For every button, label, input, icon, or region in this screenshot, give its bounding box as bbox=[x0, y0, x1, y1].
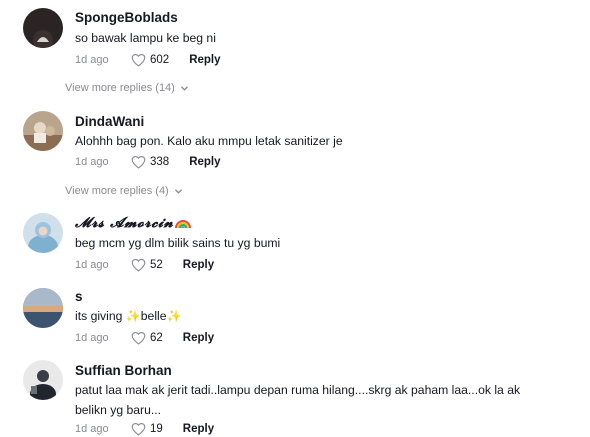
like-count: 62 bbox=[150, 332, 163, 344]
comment-username[interactable]: Suffian Borhan bbox=[75, 363, 172, 378]
comment-meta: 1d ago 52 Reply bbox=[75, 256, 214, 274]
like-count: 602 bbox=[150, 54, 170, 66]
comment-username[interactable]: s bbox=[75, 289, 83, 304]
sparkles-icon: ✨ bbox=[125, 309, 141, 323]
view-more-replies-label: View more replies (14) bbox=[65, 82, 175, 94]
like-count: 19 bbox=[150, 423, 163, 435]
comment-username[interactable]: DindaWani bbox=[75, 114, 144, 129]
comment-text: its giving ✨belle✨ bbox=[75, 306, 575, 326]
avatar[interactable] bbox=[23, 8, 63, 48]
chevron-down-icon bbox=[174, 188, 182, 194]
like-count: 338 bbox=[150, 156, 170, 168]
rainbow-icon bbox=[174, 220, 191, 229]
comment-meta: 1d ago 19 Reply bbox=[75, 420, 214, 437]
comment-text-part: belle bbox=[140, 309, 167, 323]
chevron-down-icon bbox=[180, 85, 188, 91]
comment-text: so bawak lampu ke beg ni bbox=[75, 31, 216, 45]
avatar[interactable] bbox=[23, 111, 63, 151]
heart-outline-icon[interactable] bbox=[131, 258, 146, 272]
reply-button[interactable]: Reply bbox=[189, 156, 220, 168]
heart-outline-icon[interactable] bbox=[131, 53, 146, 67]
reply-button[interactable]: Reply bbox=[183, 332, 214, 344]
reply-button[interactable]: Reply bbox=[189, 54, 220, 66]
comment-time: 1d ago bbox=[75, 54, 109, 66]
avatar[interactable] bbox=[23, 288, 63, 328]
sparkles-icon: ✨ bbox=[166, 309, 182, 323]
comment-time: 1d ago bbox=[75, 156, 109, 168]
comment-username-text: 𝓜𝓻𝓼 𝓐𝓶𝓸𝓻𝓬𝓲𝓷 bbox=[75, 215, 174, 231]
comment-time: 1d ago bbox=[75, 259, 109, 271]
heart-outline-icon[interactable] bbox=[131, 422, 146, 436]
heart-outline-icon[interactable] bbox=[131, 331, 146, 345]
comment-text-part: its giving bbox=[75, 309, 126, 323]
comment-text: Alohhh bag pon. Kalo aku mmpu letak sani… bbox=[75, 134, 343, 148]
comment-item: 𝓜𝓻𝓼 𝓐𝓶𝓸𝓻𝓬𝓲𝓷 beg mcm yg dlm bilik sains t… bbox=[0, 205, 590, 285]
comment-item: SpongeBoblads so bawak lampu ke beg ni 1… bbox=[0, 0, 590, 100]
view-more-replies-label: View more replies (4) bbox=[65, 185, 169, 197]
reply-button[interactable]: Reply bbox=[183, 423, 214, 435]
view-more-replies-button[interactable]: View more replies (4) bbox=[65, 185, 183, 197]
avatar[interactable] bbox=[23, 360, 63, 400]
comment-username[interactable]: 𝓜𝓻𝓼 𝓐𝓶𝓸𝓻𝓬𝓲𝓷 bbox=[75, 215, 191, 231]
comment-text: patut laa mak ak jerit tadi..lampu depan… bbox=[75, 383, 521, 417]
reply-button[interactable]: Reply bbox=[183, 259, 214, 271]
comment-meta: 1d ago 62 Reply bbox=[75, 329, 214, 347]
comment-time: 1d ago bbox=[75, 423, 109, 435]
comment-item: Suffian Borhan patut laa mak ak jerit ta… bbox=[0, 355, 590, 437]
comment-time: 1d ago bbox=[75, 332, 109, 344]
comment-username[interactable]: SpongeBoblads bbox=[75, 10, 178, 25]
heart-outline-icon[interactable] bbox=[131, 155, 146, 169]
avatar[interactable] bbox=[23, 213, 63, 253]
comment-item: DindaWani Alohhh bag pon. Kalo aku mmpu … bbox=[0, 100, 590, 205]
like-count: 52 bbox=[150, 259, 163, 271]
comment-meta: 1d ago 338 Reply bbox=[75, 153, 221, 171]
view-more-replies-button[interactable]: View more replies (14) bbox=[65, 82, 189, 94]
comment-text: beg mcm yg dlm bilik sains tu yg bumi bbox=[75, 236, 281, 250]
comment-item: s its giving ✨belle✨ 1d ago 62 Reply bbox=[0, 285, 590, 355]
comment-meta: 1d ago 602 Reply bbox=[75, 51, 221, 69]
